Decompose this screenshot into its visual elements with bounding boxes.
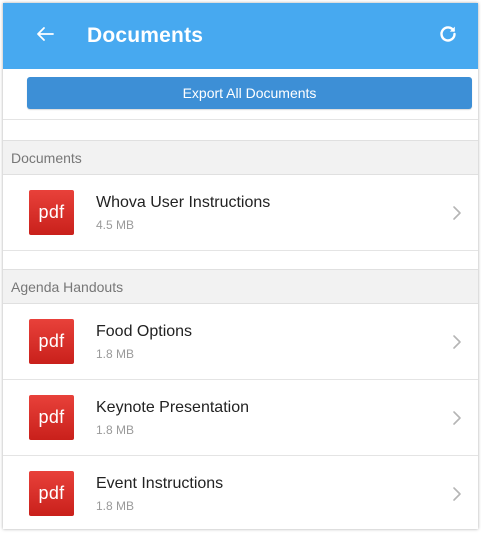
- list-item[interactable]: pdf Whova User Instructions 4.5 MB: [3, 175, 478, 251]
- refresh-button[interactable]: [424, 12, 472, 60]
- chevron-right-icon: [450, 332, 464, 352]
- document-size: 1.8 MB: [96, 498, 135, 513]
- export-bar: Export All Documents: [3, 69, 478, 119]
- refresh-icon: [439, 25, 457, 48]
- divider: [3, 119, 478, 140]
- pdf-icon: pdf: [29, 190, 74, 235]
- list-item[interactable]: pdf Food Options 1.8 MB: [3, 304, 478, 380]
- export-all-documents-button[interactable]: Export All Documents: [27, 77, 472, 109]
- section-header-documents: Documents: [3, 140, 478, 175]
- document-name: Keynote Presentation: [96, 398, 249, 416]
- document-size: 4.5 MB: [96, 217, 135, 232]
- section-gap: [3, 251, 478, 269]
- chevron-right-icon: [450, 408, 464, 428]
- chevron-right-icon: [450, 203, 464, 223]
- document-size: 1.8 MB: [96, 422, 135, 437]
- app-bar: Documents: [3, 3, 478, 69]
- pdf-icon: pdf: [29, 471, 74, 516]
- list-item[interactable]: pdf Event Instructions 1.8 MB: [3, 456, 478, 529]
- pdf-icon: pdf: [29, 319, 74, 364]
- document-name: Food Options: [96, 322, 193, 340]
- back-button[interactable]: [21, 12, 69, 60]
- document-text: Whova User Instructions 4.5 MB: [96, 194, 270, 232]
- arrow-left-icon: [36, 26, 54, 47]
- chevron-right-icon: [450, 484, 464, 504]
- pdf-icon: pdf: [29, 395, 74, 440]
- document-name: Whova User Instructions: [96, 193, 271, 211]
- document-name: Event Instructions: [96, 474, 224, 492]
- document-text: Food Options 1.8 MB: [96, 323, 192, 361]
- document-text: Keynote Presentation 1.8 MB: [96, 399, 249, 437]
- page-title: Documents: [87, 24, 204, 47]
- document-size: 1.8 MB: [96, 346, 135, 361]
- document-text: Event Instructions 1.8 MB: [96, 475, 223, 513]
- list-item[interactable]: pdf Keynote Presentation 1.8 MB: [3, 380, 478, 456]
- documents-screen: Documents Export All Documents Documents…: [3, 3, 478, 529]
- section-header-agenda-handouts: Agenda Handouts: [3, 269, 478, 304]
